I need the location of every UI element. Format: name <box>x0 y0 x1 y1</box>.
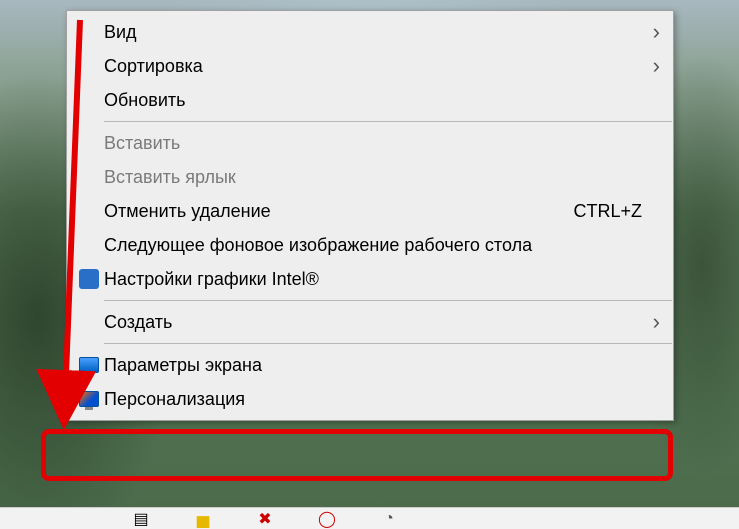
menu-item-label: Следующее фоновое изображение рабочего с… <box>104 235 642 256</box>
monitor-icon-slot <box>74 357 104 373</box>
taskbar-icon-app1[interactable]: ✖ <box>254 510 276 528</box>
menu-item-2[interactable]: Обновить <box>68 83 672 117</box>
menu-item-12[interactable]: Параметры экрана <box>68 348 672 382</box>
chevron-right-icon: › <box>642 311 660 333</box>
menu-item-label: Создать <box>104 312 642 333</box>
menu-item-7[interactable]: Следующее фоновое изображение рабочего с… <box>68 228 672 262</box>
menu-item-label: Сортировка <box>104 56 642 77</box>
menu-item-13[interactable]: Персонализация <box>68 382 672 416</box>
menu-item-label: Персонализация <box>104 389 642 410</box>
personalize-icon-slot <box>74 391 104 407</box>
menu-separator <box>104 343 672 344</box>
menu-item-label: Вставить ярлык <box>104 167 642 188</box>
menu-item-1[interactable]: Сортировка› <box>68 49 672 83</box>
menu-item-label: Обновить <box>104 90 642 111</box>
menu-item-shortcut: CTRL+Z <box>573 201 642 222</box>
menu-separator <box>104 300 672 301</box>
menu-item-5: Вставить ярлык <box>68 160 672 194</box>
menu-item-0[interactable]: Вид› <box>68 15 672 49</box>
menu-item-6[interactable]: Отменить удаление CTRL+Z <box>68 194 672 228</box>
taskbar[interactable]: ▤ ▅ ✖ ◯ ◔ <box>0 507 739 529</box>
intel-icon-slot <box>74 269 104 289</box>
taskbar-icon-app3[interactable]: ◔ <box>378 510 400 528</box>
desktop-context-menu: Вид›Сортировка›ОбновитьВставитьВставить … <box>66 10 674 421</box>
menu-item-label: Вставить <box>104 133 642 154</box>
menu-item-8[interactable]: Настройки графики Intel® <box>68 262 672 296</box>
monitor-icon <box>79 357 99 373</box>
intel-icon <box>79 269 99 289</box>
personalize-icon <box>79 391 99 407</box>
taskbar-icon-app2[interactable]: ◯ <box>316 510 338 528</box>
menu-item-10[interactable]: Создать› <box>68 305 672 339</box>
menu-item-label: Отменить удаление <box>104 201 553 222</box>
taskbar-icon-explorer[interactable]: ▅ <box>192 510 214 528</box>
menu-item-label: Вид <box>104 22 642 43</box>
chevron-right-icon: › <box>642 55 660 77</box>
menu-item-4: Вставить <box>68 126 672 160</box>
menu-item-label: Параметры экрана <box>104 355 642 376</box>
taskbar-icon-taskview[interactable]: ▤ <box>130 510 152 528</box>
menu-separator <box>104 121 672 122</box>
chevron-right-icon: › <box>642 21 660 43</box>
menu-item-label: Настройки графики Intel® <box>104 269 642 290</box>
